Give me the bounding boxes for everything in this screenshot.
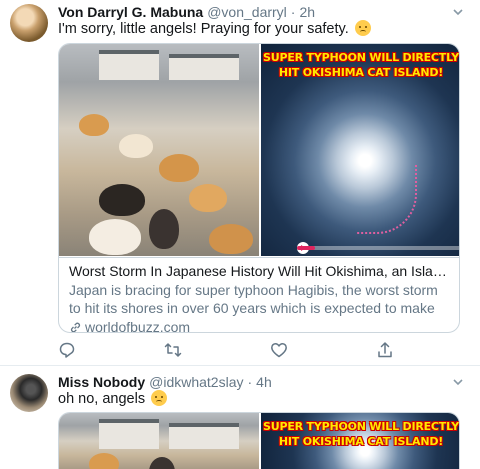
retweet-icon[interactable] <box>164 341 182 359</box>
card-images: SUPER TYPHOON WILL DIRECTLY HIT OKISHIMA… <box>59 413 459 469</box>
tweet-header: Miss Nobody @idkwhat2slay · 4h <box>58 374 272 390</box>
author-handle[interactable]: @von_darryl <box>207 4 287 20</box>
separator: · <box>247 374 253 390</box>
like-icon[interactable] <box>270 341 288 359</box>
author-handle[interactable]: @idkwhat2slay <box>149 374 243 390</box>
avatar[interactable] <box>10 4 48 42</box>
tweet-text: I'm sorry, little angels! Praying for yo… <box>58 20 371 37</box>
separator: · <box>290 4 296 20</box>
chevron-down-icon[interactable] <box>452 6 464 18</box>
link-icon <box>70 322 81 332</box>
cats-photo <box>59 44 259 256</box>
image-banner-text: SUPER TYPHOON WILL DIRECTLY HIT OKISHIMA… <box>263 51 459 79</box>
card-link[interactable]: worldofbuzz.com <box>69 318 451 333</box>
disappointed-face-icon <box>354 20 371 36</box>
tweet[interactable]: Von Darryl G. Mabuna @von_darryl · 2h I'… <box>0 0 480 366</box>
typhoon-satellite-video[interactable]: SUPER TYPHOON WILL DIRECTLY HIT OKISHIMA… <box>261 413 459 469</box>
card-description: Japan is bracing for super typhoon Hagib… <box>69 282 438 316</box>
tweet[interactable]: Miss Nobody @idkwhat2slay · 4h oh no, an… <box>0 366 480 469</box>
tweet-text-content: I'm sorry, little angels! Praying for yo… <box>58 21 349 37</box>
chevron-down-icon[interactable] <box>452 376 464 388</box>
share-icon[interactable] <box>376 341 394 359</box>
link-card[interactable]: SUPER TYPHOON WILL DIRECTLY HIT OKISHIMA… <box>58 43 460 333</box>
video-progress-bar[interactable] <box>297 246 459 250</box>
author-name[interactable]: Von Darryl G. Mabuna <box>58 4 203 20</box>
author-name[interactable]: Miss Nobody <box>58 374 145 390</box>
cats-photo <box>59 413 259 469</box>
tweet-actions <box>58 341 398 361</box>
typhoon-satellite-video[interactable]: SUPER TYPHOON WILL DIRECTLY HIT OKISHIMA… <box>261 44 459 256</box>
card-domain: worldofbuzz.com <box>85 319 191 333</box>
image-banner-text: SUPER TYPHOON WILL DIRECTLY HIT OKISHIMA… <box>263 420 459 448</box>
card-title: Worst Storm In Japanese History Will Hit… <box>69 263 451 279</box>
card-body[interactable]: Worst Storm In Japanese History Will Hit… <box>59 257 459 333</box>
storm-track <box>357 164 417 234</box>
avatar[interactable] <box>10 374 48 412</box>
timestamp[interactable]: 2h <box>299 4 315 20</box>
worried-face-icon <box>151 390 168 406</box>
tweet-text: oh no, angels <box>58 390 168 407</box>
link-card[interactable]: SUPER TYPHOON WILL DIRECTLY HIT OKISHIMA… <box>58 412 460 469</box>
card-images: SUPER TYPHOON WILL DIRECTLY HIT OKISHIMA… <box>59 44 459 256</box>
tweet-text-content: oh no, angels <box>58 391 146 407</box>
reply-icon[interactable] <box>58 341 76 359</box>
timestamp[interactable]: 4h <box>256 374 272 390</box>
tweet-header: Von Darryl G. Mabuna @von_darryl · 2h <box>58 4 315 20</box>
